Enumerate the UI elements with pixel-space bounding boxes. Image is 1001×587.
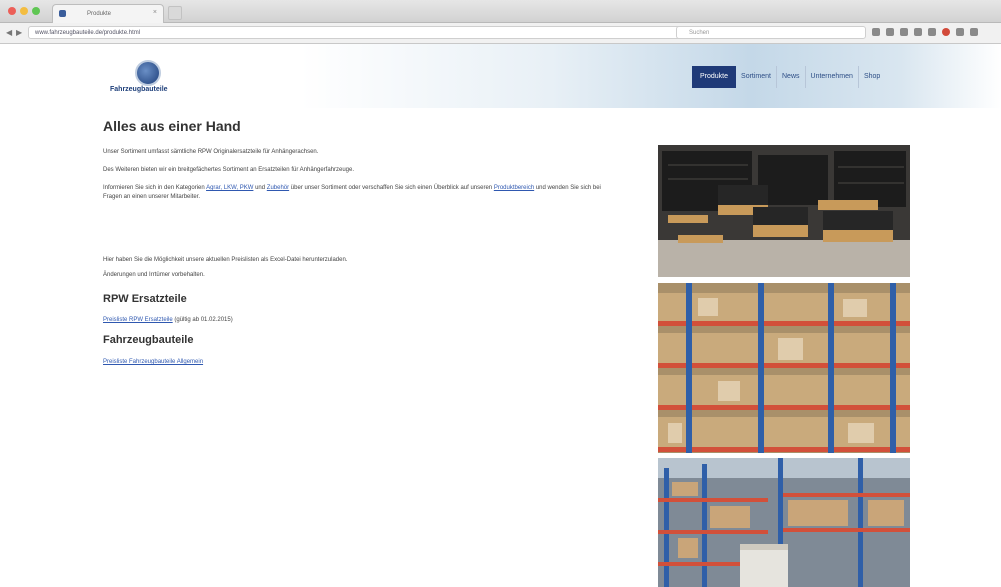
warehouse-aisle-photo [658,458,910,587]
browser-tab[interactable]: Produkte × [52,4,164,23]
rpw-heading: RPW Ersatzteile [103,293,187,305]
intro-paragraph-1: Unser Sortiment umfasst sämtliche RPW Or… [103,149,319,155]
disclaimer-text: Änderungen und Irrtümer vorbehalten. [103,272,205,278]
toolbar-icons [872,28,978,36]
nav-item-news[interactable]: News [776,66,805,88]
produktbereich-link[interactable]: Produktbereich [494,185,534,191]
paragraph-text: Informieren Sie sich in den Kategorien [103,185,207,191]
main-navigation: Produkte Sortiment News Unternehmen Shop [692,66,885,88]
new-tab-button[interactable] [168,6,182,20]
addon-red-icon[interactable] [942,28,950,36]
warehouse-shelves-photo [658,283,910,453]
paragraph-text: und [253,185,267,191]
logo-icon[interactable] [135,60,161,86]
window-close-icon[interactable] [8,7,16,15]
nav-item-unternehmen[interactable]: Unternehmen [804,66,858,88]
fzb-pricelist-line: Preisliste Fahrzeugbauteile Allgemein [103,358,203,367]
fzb-pricelist-link[interactable]: Preisliste Fahrzeugbauteile Allgemein [103,359,203,365]
rpw-pricelist-link[interactable]: Preisliste RPW Ersatzteile [103,317,173,323]
browser-search-input[interactable]: Suchen [676,26,866,39]
rpw-validity-note: (gültig ab 01.02.2015) [172,317,233,323]
tab-title: Produkte [87,11,112,17]
sync-icon[interactable] [956,28,964,36]
fahrzeugbauteile-heading: Fahrzeugbauteile [103,334,194,346]
share-icon[interactable] [914,28,922,36]
paragraph-text: über unser Sortiment oder verschaffen Si… [289,185,494,191]
home-icon[interactable] [900,28,908,36]
bookmark-icon[interactable] [872,28,880,36]
categories-link[interactable]: Agrar, LKW, PKW [206,185,253,191]
logo-text[interactable]: Fahrzeugbauteile [110,86,168,93]
main-content: Alles aus einer Hand Unser Sortiment umf… [103,118,623,365]
nav-item-sortiment[interactable]: Sortiment [736,66,776,88]
forward-icon[interactable]: ▶ [16,28,22,37]
favicon-icon [59,10,66,17]
intro-paragraph-2: Des Weiteren bieten wir ein breitgefäche… [103,167,355,173]
address-bar[interactable]: www.fahrzeugbauteile.de/produkte.html [28,26,688,39]
download-icon[interactable] [886,28,894,36]
nav-item-shop[interactable]: Shop [857,66,885,88]
addon-icon[interactable] [928,28,936,36]
zubehoer-link[interactable]: Zubehör [267,185,289,191]
window-minimize-icon[interactable] [20,7,28,15]
tab-close-icon[interactable]: × [153,9,157,16]
back-icon[interactable]: ◀ [6,28,12,37]
menu-icon[interactable] [970,28,978,36]
intro-paragraph-3: Informieren Sie sich in den Kategorien A… [103,184,603,202]
warehouse-pallets-photo [658,145,910,277]
window-zoom-icon[interactable] [32,7,40,15]
pricelist-intro: Hier haben Sie die Möglichkeit unsere ak… [103,257,348,263]
browser-toolbar: ◀ ▶ www.fahrzeugbauteile.de/produkte.htm… [0,23,1001,44]
nav-item-produkte[interactable]: Produkte [692,66,737,88]
page-title: Alles aus einer Hand [103,118,241,134]
browser-tab-bar: Produkte × [0,0,1001,23]
rpw-pricelist-line: Preisliste RPW Ersatzteile (gültig ab 01… [103,316,233,325]
